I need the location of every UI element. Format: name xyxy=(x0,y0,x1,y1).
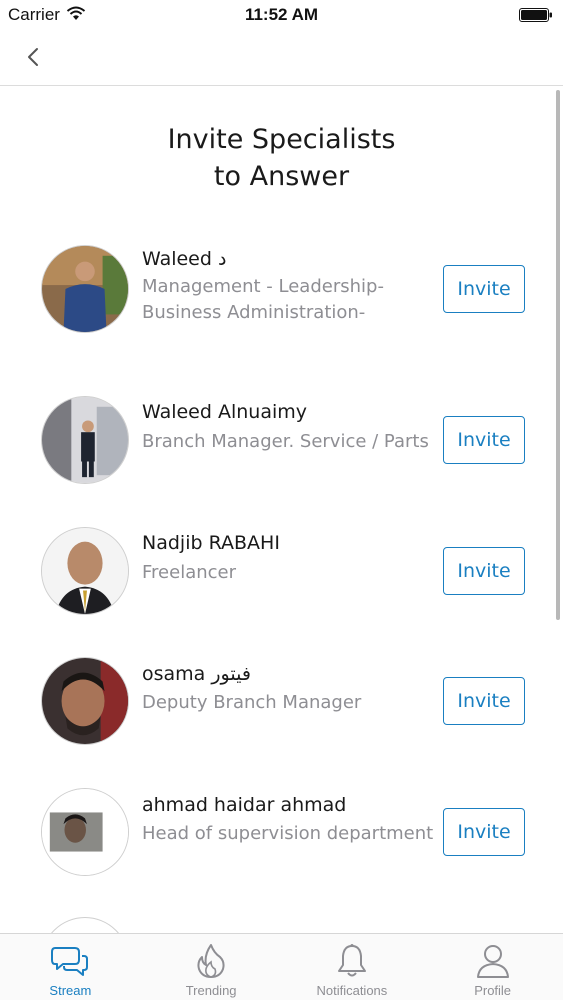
clock: 11:52 AM xyxy=(244,5,319,24)
specialist-name: ahmad haidar ahmad xyxy=(142,794,347,816)
invite-button[interactable]: Invite xyxy=(443,265,525,313)
specialist-name: Waleed Alnuaimy xyxy=(142,401,308,423)
tab-bar: Stream Trending Notifications Profile xyxy=(0,933,563,1000)
chat-bubbles-icon xyxy=(51,947,89,976)
tab-notifications[interactable]: Notifications xyxy=(282,934,423,1000)
avatar[interactable] xyxy=(41,788,129,876)
avatar[interactable] xyxy=(41,527,129,615)
tab-profile[interactable]: Profile xyxy=(422,934,563,1000)
specialist-name: Nadjib RABAHI xyxy=(142,532,280,554)
avatar-photo-icon xyxy=(42,658,128,744)
specialist-row: Waleed د Management - Leadership-Busines… xyxy=(0,245,563,345)
tab-label: Notifications xyxy=(316,983,388,998)
specialist-description: Freelancer xyxy=(142,562,237,583)
specialist-row: osama فيتور Deputy Branch Manager Invite xyxy=(0,657,563,757)
avatar-photo-icon xyxy=(42,528,128,614)
avatar-photo-icon xyxy=(42,397,128,483)
invite-button[interactable]: Invite xyxy=(443,416,525,464)
person-icon xyxy=(476,945,509,978)
tab-trending[interactable]: Trending xyxy=(141,934,282,1000)
nav-bar xyxy=(0,30,563,86)
specialist-name: osama فيتور xyxy=(142,663,251,685)
specialist-description: Branch Manager. Service / Parts xyxy=(142,431,429,452)
avatar-photo-icon xyxy=(42,789,128,875)
tab-label: Profile xyxy=(474,983,512,998)
avatar[interactable] xyxy=(41,657,129,745)
content-area[interactable]: Invite Specialists to Answer Waleed د Ma… xyxy=(0,87,563,933)
tab-label: Stream xyxy=(49,983,92,998)
bell-icon xyxy=(337,944,366,977)
tab-stream[interactable]: Stream xyxy=(0,934,141,1000)
specialist-description: Deputy Branch Manager xyxy=(142,692,362,713)
page-title: Invite Specialists to Answer xyxy=(0,121,563,195)
specialist-name: Waleed د xyxy=(142,248,227,270)
specialist-row xyxy=(0,917,563,933)
invite-button[interactable]: Invite xyxy=(443,677,525,725)
specialist-row: ahmad haidar ahmad Head of supervision d… xyxy=(0,788,563,888)
flame-icon xyxy=(197,944,225,978)
tab-label: Trending xyxy=(185,983,237,998)
page-title-line1: Invite Specialists xyxy=(167,124,396,155)
chevron-left-icon xyxy=(28,48,38,66)
page-title-line2: to Answer xyxy=(213,161,350,192)
specialist-description: Management - Leadership-Business Adminis… xyxy=(142,276,384,323)
avatar[interactable] xyxy=(41,917,129,933)
specialist-description: Head of supervision department xyxy=(142,823,434,844)
avatar-photo-icon xyxy=(42,246,128,332)
invite-button[interactable]: Invite xyxy=(443,808,525,856)
battery-icon xyxy=(519,8,552,22)
back-button[interactable] xyxy=(18,42,48,72)
status-bar: Carrier 11:52 AM xyxy=(0,0,563,30)
invite-button[interactable]: Invite xyxy=(443,547,525,595)
specialist-row: Waleed Alnuaimy Branch Manager. Service … xyxy=(0,396,563,496)
avatar[interactable] xyxy=(41,245,129,333)
specialist-row: Nadjib RABAHI Freelancer Invite xyxy=(0,527,563,627)
avatar[interactable] xyxy=(41,396,129,484)
